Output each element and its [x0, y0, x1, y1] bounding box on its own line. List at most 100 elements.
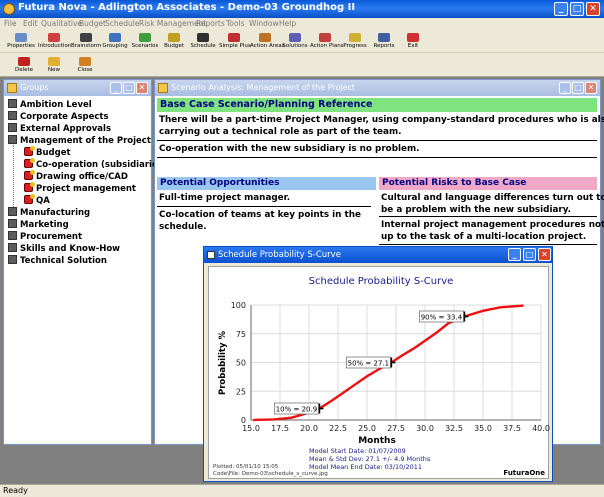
annotation-label: 10% = 20.9	[276, 406, 317, 414]
action-areas-icon	[259, 33, 271, 42]
base-case-text-line-3[interactable]: Co-operation with the new subsidiary is …	[159, 143, 420, 155]
x-tick-label: 22.5	[329, 424, 347, 433]
menu-file[interactable]: File	[4, 19, 17, 28]
main-toolbar: Properties Introduction Brainstorm Group…	[0, 31, 604, 53]
progress-icon	[349, 33, 361, 42]
s-curve-maximize-button[interactable]: □	[523, 248, 536, 261]
divider	[157, 140, 597, 141]
simple-plus-button[interactable]: Simple Plus	[219, 33, 251, 49]
maximize-button[interactable]: □	[570, 2, 584, 16]
app-title: Futura Nova - Adlington Associates - Dem…	[18, 2, 356, 13]
schedule-button[interactable]: Schedule	[189, 33, 217, 49]
s-curve-plot: 15.0 17.5 20.0 22.5 25.0 27.5 30.0 32.5 35.0 37.5…	[213, 276, 550, 477]
delete-button[interactable]: Delete	[12, 57, 36, 73]
tree-item-drawing-office[interactable]: Drawing office/CAD	[24, 170, 128, 183]
app-logo-icon	[3, 3, 15, 15]
annotation-label: 90% = 33.4	[421, 314, 463, 322]
menu-bar: File Edit Qualitative Budget Schedule Ri…	[0, 18, 604, 31]
menu-help[interactable]: Help	[279, 19, 296, 28]
tree-item-skills-and-know-how[interactable]: Skills and Know-How	[8, 243, 120, 255]
s-curve-close-button[interactable]: ✕	[538, 248, 551, 261]
scenario-maximize-button[interactable]: □	[572, 82, 584, 94]
base-case-text-line-1[interactable]: There will be a part-time Project Manage…	[159, 114, 604, 126]
opportunity-text-line-3[interactable]: schedule.	[159, 221, 207, 233]
properties-button[interactable]: Properties	[6, 33, 36, 49]
tree-item-marketing[interactable]: Marketing	[8, 219, 69, 231]
risk-text-line-4[interactable]: up to the task of a multi-location proje…	[381, 231, 586, 243]
app-title-bar: Futura Nova - Adlington Associates - Dem…	[0, 0, 604, 18]
action-plans-icon	[319, 33, 331, 42]
folder-icon	[7, 83, 17, 93]
progress-button[interactable]: Progress	[341, 33, 369, 49]
risk-item-icon	[24, 170, 35, 180]
y-axis-label: Probability %	[218, 331, 228, 395]
model-info-line: Model Mean End Date: 03/10/2011	[309, 463, 422, 471]
s-curve-minimize-button[interactable]: _	[508, 248, 521, 261]
reports-button[interactable]: Reports	[371, 33, 397, 49]
menu-budget[interactable]: Budget	[79, 19, 106, 28]
group-icon	[8, 99, 17, 108]
menu-tools[interactable]: Tools	[226, 19, 244, 28]
base-case-text-line-2[interactable]: carrying out a technical role as part of…	[159, 126, 401, 138]
solutions-button[interactable]: Solutions	[281, 33, 309, 49]
brainstorm-button[interactable]: Brainstorm	[71, 33, 101, 49]
x-tick-label: 20.0	[300, 424, 318, 433]
schedule-icon	[197, 33, 209, 42]
tree-item-technical-solution[interactable]: Technical Solution	[8, 255, 107, 267]
brainstorm-icon	[80, 33, 92, 42]
tree-item-external-approvals[interactable]: External Approvals	[8, 123, 111, 135]
close-button[interactable]: ✕	[586, 2, 600, 16]
action-areas-button[interactable]: Action Areas	[250, 33, 285, 49]
groups-close-button[interactable]: ✕	[136, 82, 148, 94]
scenario-minimize-button[interactable]: _	[559, 82, 571, 94]
annotation-label: 50% = 27.1	[348, 360, 389, 368]
tree-item-ambition-level[interactable]: Ambition Level	[8, 99, 92, 111]
scenario-close-button[interactable]: ✕	[585, 82, 597, 94]
y-tick-label: 50	[236, 359, 246, 368]
grouping-icon	[109, 33, 121, 42]
s-curve-window: Schedule Probability S-Curve _ □ ✕ 15.0 1…	[203, 246, 553, 482]
tree-item-co-operation[interactable]: Co-operation (subsidiaries	[24, 158, 163, 171]
action-plans-button[interactable]: Action Plans	[310, 33, 344, 49]
menu-schedule[interactable]: Schedule	[105, 19, 139, 28]
grouping-button[interactable]: Grouping	[101, 33, 129, 49]
menu-edit[interactable]: Edit	[23, 19, 38, 28]
groups-minimize-button[interactable]: _	[110, 82, 122, 94]
opportunity-text-line-1[interactable]: Full-time project manager.	[159, 192, 290, 204]
tree-item-project-management[interactable]: Project management	[24, 182, 136, 195]
risk-text-line-1[interactable]: Cultural and language differences turn o…	[381, 192, 604, 204]
divider	[157, 157, 597, 158]
menu-reports[interactable]: Reports	[196, 19, 225, 28]
properties-icon	[15, 33, 27, 42]
simple-plus-icon	[228, 33, 240, 42]
exit-button[interactable]: Exit	[402, 33, 424, 49]
risk-text-line-2[interactable]: be a problem with the new subsidiary.	[381, 204, 571, 216]
tree-item-procurement[interactable]: Procurement	[8, 231, 82, 243]
y-tick-label: 100	[231, 301, 246, 310]
scenarios-button[interactable]: Scenarios	[131, 33, 159, 49]
x-tick-label: 37.5	[503, 424, 521, 433]
minimize-button[interactable]: _	[554, 2, 568, 16]
group-icon	[8, 207, 17, 216]
risk-text-line-3[interactable]: Internal project management procedures n…	[381, 219, 604, 231]
tree-item-qa[interactable]: QA	[24, 194, 50, 207]
new-button[interactable]: New	[44, 57, 64, 73]
menu-qualitative[interactable]: Qualitative	[41, 19, 82, 28]
menu-window[interactable]: Window	[249, 19, 279, 28]
budget-button[interactable]: Budget	[161, 33, 187, 49]
introduction-button[interactable]: Introduction	[38, 33, 71, 49]
close-doc-button[interactable]: Close	[74, 57, 96, 73]
x-tick-label: 32.5	[445, 424, 463, 433]
model-info-line: Mean & Std Dev: 27.1 +/- 4.9 Months	[309, 455, 431, 463]
x-tick-label: 17.5	[271, 424, 289, 433]
groups-maximize-button[interactable]: □	[123, 82, 135, 94]
opportunity-text-line-2[interactable]: Co-location of teams at key points in th…	[159, 209, 361, 221]
status-text: Ready	[3, 486, 28, 495]
plot-footer-line: Plotted: 05/01/10 15:05	[213, 464, 279, 470]
y-tick-label: 25	[236, 387, 246, 396]
risk-item-icon	[24, 146, 35, 156]
tree-item-management-of-the-project[interactable]: Management of the Project	[8, 135, 151, 147]
new-icon	[48, 57, 60, 66]
tree-item-manufacturing[interactable]: Manufacturing	[8, 207, 90, 219]
tree-item-corporate-aspects[interactable]: Corporate Aspects	[8, 111, 109, 123]
